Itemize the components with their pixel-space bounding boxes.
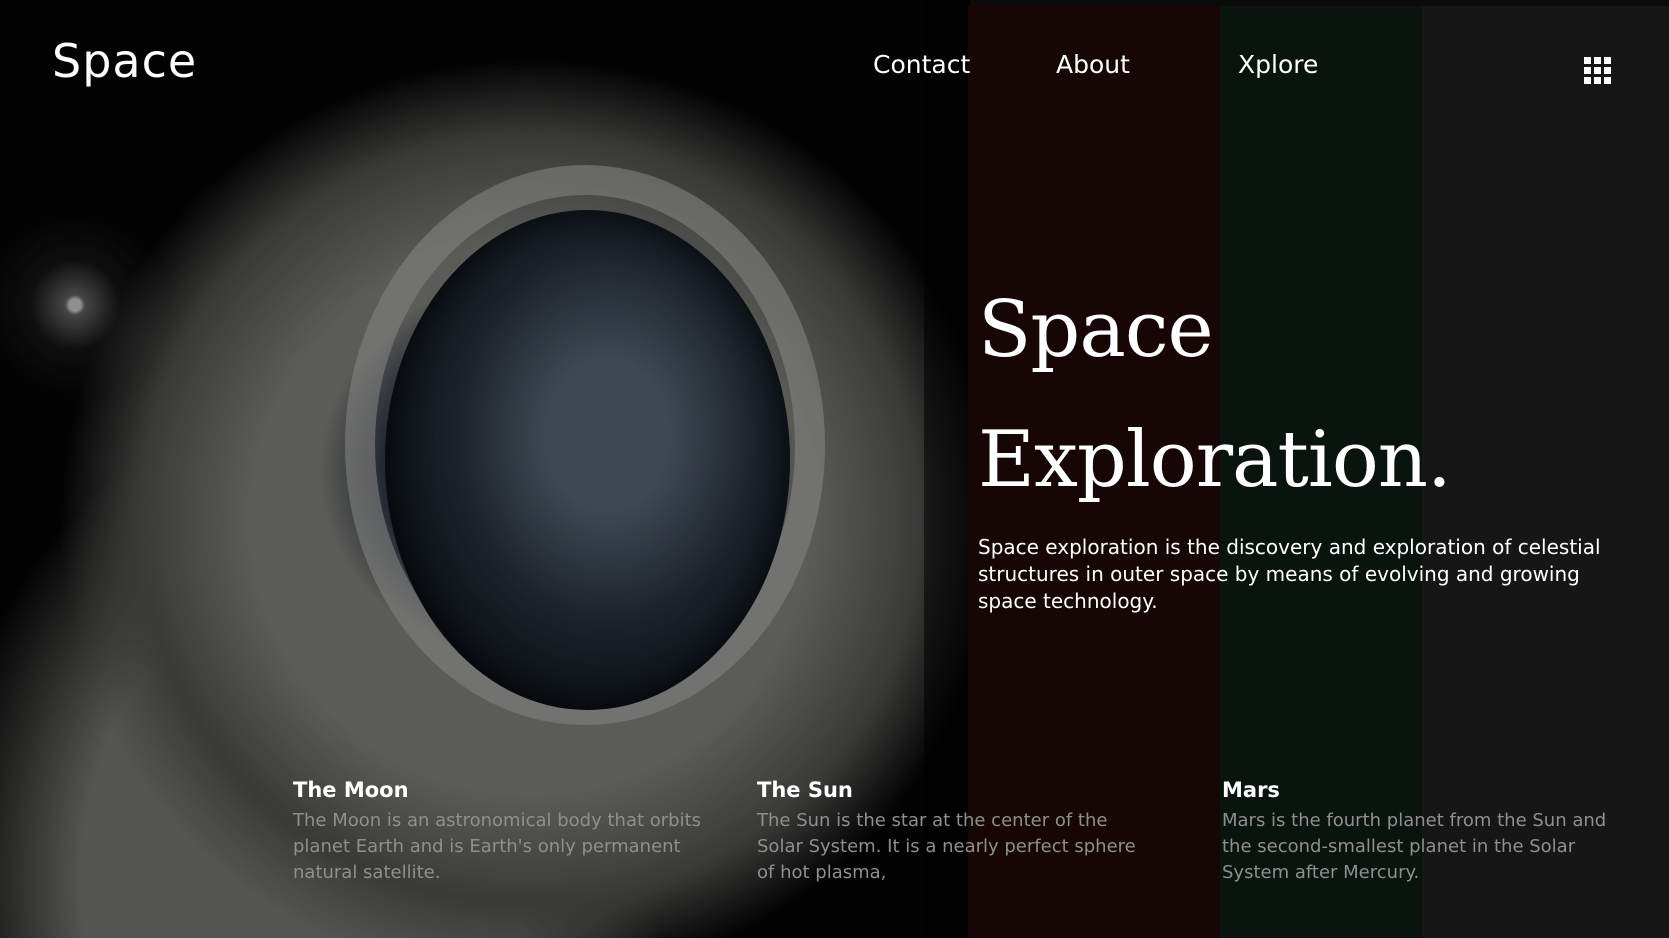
grid-dot xyxy=(1594,57,1601,64)
card-text: The Sun is the star at the center of the… xyxy=(757,810,1136,883)
grid-dot xyxy=(1584,67,1591,74)
info-card-sun: The Sun The Sun is the star at the cente… xyxy=(757,778,1157,886)
card-title: The Moon xyxy=(293,778,409,802)
card-title: Mars xyxy=(1222,778,1280,802)
nav-link-contact[interactable]: Contact xyxy=(873,50,970,79)
grid-dot xyxy=(1594,77,1601,84)
grid-dot xyxy=(1604,57,1611,64)
hero-title-line-2: Exploration. xyxy=(978,415,1452,505)
grid-dot xyxy=(1584,57,1591,64)
hero-title: Space Exploration. xyxy=(978,265,1452,525)
grid-dot xyxy=(1604,67,1611,74)
info-card-moon: The Moon The Moon is an astronomical bod… xyxy=(293,778,713,886)
card-text: Mars is the fourth planet from the Sun a… xyxy=(1222,810,1607,883)
hero-title-line-1: Space xyxy=(978,285,1214,375)
grid-dot xyxy=(1584,77,1591,84)
nav-link-xplore[interactable]: Xplore xyxy=(1238,50,1318,79)
card-title: The Sun xyxy=(757,778,853,802)
info-card-mars: Mars Mars is the fourth planet from the … xyxy=(1222,778,1612,886)
page: Space Contact About Xplore Space Explora… xyxy=(0,0,1669,938)
grid-dot xyxy=(1594,67,1601,74)
site-logo[interactable]: Space xyxy=(52,34,197,88)
grid-menu-icon[interactable] xyxy=(1584,57,1611,84)
card-text: The Moon is an astronomical body that or… xyxy=(293,810,702,883)
nav-link-about[interactable]: About xyxy=(1056,50,1130,79)
hero-description: Space exploration is the discovery and e… xyxy=(978,535,1601,613)
grid-dot xyxy=(1604,77,1611,84)
